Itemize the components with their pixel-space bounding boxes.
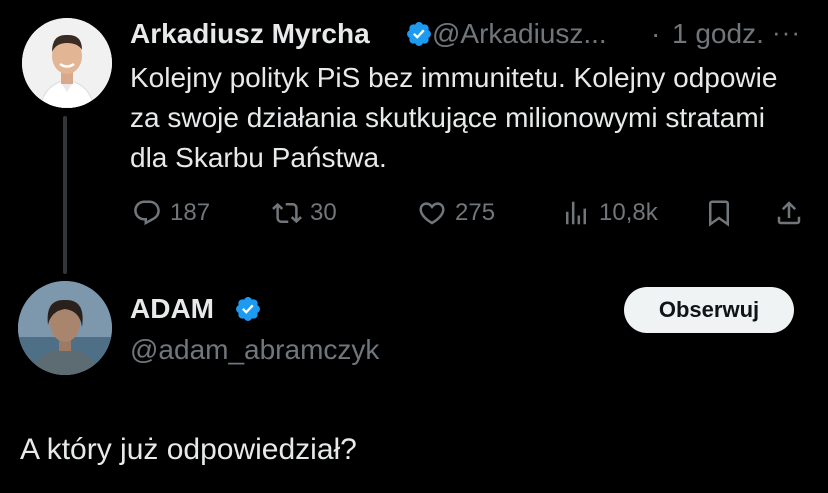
verified-badge-icon[interactable]	[405, 20, 433, 48]
reply-button[interactable]: 187	[132, 196, 210, 230]
like-count: 275	[455, 199, 496, 226]
like-icon	[419, 202, 445, 225]
bookmark-button[interactable]	[704, 196, 742, 230]
views-count: 10,8k	[599, 199, 658, 226]
views-button[interactable]: 10,8k	[561, 196, 658, 230]
views-icon	[566, 201, 586, 225]
reply-text: A który już odpowiedział?	[20, 433, 357, 466]
more-options-button[interactable]: ···	[772, 17, 801, 47]
verified-badge-icon[interactable]	[234, 295, 262, 323]
reply-author-handle[interactable]: @adam_abramczyk	[130, 333, 379, 367]
retweet-icon	[272, 202, 302, 224]
reply-icon	[134, 200, 160, 226]
share-icon	[777, 201, 801, 225]
share-button[interactable]	[774, 196, 812, 230]
retweet-button[interactable]: 30	[272, 196, 337, 230]
reply-author-name[interactable]: ADAM	[130, 292, 214, 326]
avatar-adam[interactable]	[18, 281, 112, 375]
tweet-author-handle[interactable]: @Arkadiusz...	[432, 17, 607, 51]
bookmark-icon	[709, 200, 729, 227]
separator-dot: ·	[651, 18, 661, 49]
tweet-timestamp[interactable]: 1 godz.	[672, 17, 764, 51]
like-button[interactable]: 275	[417, 196, 495, 230]
tweet-text: Kolejny polityk PiS bez immunitetu. Kole…	[130, 62, 778, 173]
retweet-count: 30	[310, 199, 337, 226]
tweet-author-name[interactable]: Arkadiusz Myrcha	[130, 17, 370, 51]
thread-connector-line	[63, 116, 67, 274]
reply-count: 187	[170, 199, 211, 226]
follow-button[interactable]: Obserwuj	[624, 287, 794, 333]
avatar-arkadiusz-myrcha[interactable]	[22, 18, 112, 108]
